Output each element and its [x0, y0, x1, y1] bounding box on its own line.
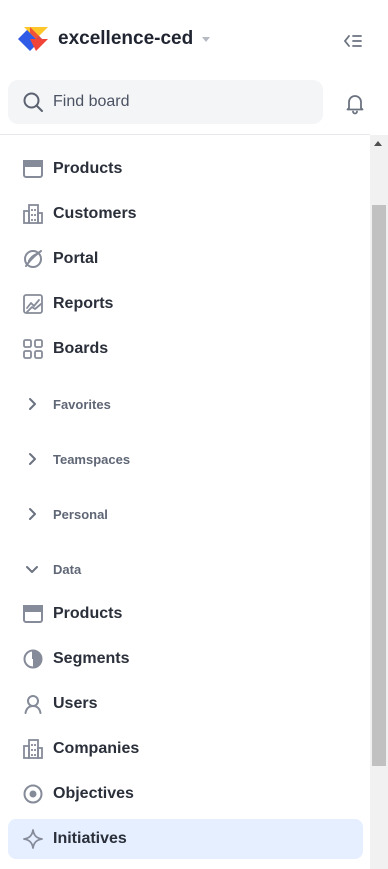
- collapse-sidebar-icon[interactable]: [342, 30, 364, 52]
- sidebar-item-label: Boards: [53, 340, 109, 357]
- sidebar-item-label: Portal: [53, 250, 99, 267]
- chevron-right-icon: [25, 397, 39, 411]
- sidebar-item-segments[interactable]: Segments: [8, 639, 363, 679]
- scroll-up-arrow-icon[interactable]: [374, 141, 382, 146]
- target-icon: [22, 783, 44, 805]
- section-label: Favorites: [53, 397, 111, 412]
- workspace-logo-icon: [18, 27, 48, 51]
- sidebar-item-customers[interactable]: Customers: [8, 194, 363, 234]
- section-label: Teamspaces: [53, 452, 131, 467]
- workspace-name[interactable]: excellence-ced: [58, 27, 193, 51]
- user-icon: [22, 693, 44, 715]
- sidebar-item-label: Companies: [53, 740, 140, 757]
- sidebar-item-label: Products: [53, 160, 123, 177]
- chevron-right-icon: [25, 507, 39, 521]
- section-label: Data: [53, 562, 82, 577]
- chart-icon: [22, 293, 44, 315]
- search-input[interactable]: Find board: [53, 93, 130, 111]
- sidebar-item-label: Users: [53, 695, 98, 712]
- sidebar-item-label: Products: [53, 605, 123, 622]
- section-favorites[interactable]: Favorites: [8, 389, 363, 419]
- pie-icon: [22, 648, 44, 670]
- sidebar-item-label: Initiatives: [53, 830, 127, 847]
- notifications-bell-icon[interactable]: [343, 91, 367, 115]
- sidebar-item-label: Objectives: [53, 785, 134, 802]
- scrollbar-thumb[interactable]: [372, 205, 386, 766]
- chevron-right-icon: [25, 452, 39, 466]
- section-data[interactable]: Data: [8, 554, 363, 584]
- sidebar-item-label: Customers: [53, 205, 137, 222]
- section-label: Personal: [53, 507, 108, 522]
- building-icon: [22, 738, 44, 760]
- sidebar-item-portal[interactable]: Portal: [8, 239, 363, 279]
- sidebar-item-products[interactable]: Products: [8, 149, 363, 189]
- building-icon: [22, 203, 44, 225]
- window-icon: [22, 158, 44, 180]
- workspace-dropdown-icon[interactable]: [201, 36, 211, 44]
- sidebar-header: excellence-ced: [0, 0, 388, 80]
- sidebar-item-label: Reports: [53, 295, 114, 312]
- sidebar-item-boards[interactable]: Boards: [8, 329, 363, 369]
- find-board-search[interactable]: Find board: [8, 80, 323, 124]
- sidebar-scrollbar[interactable]: [370, 135, 388, 869]
- section-personal[interactable]: Personal: [8, 499, 363, 529]
- section-teamspaces[interactable]: Teamspaces: [8, 444, 363, 474]
- chevron-down-icon: [25, 562, 39, 576]
- sidebar-nav: Products Customers Portal Reports Boards…: [0, 135, 370, 869]
- grid-icon: [22, 338, 44, 360]
- sidebar-item-data-products[interactable]: Products: [8, 594, 363, 634]
- sparkle-icon: [22, 828, 44, 850]
- sidebar-item-users[interactable]: Users: [8, 684, 363, 724]
- search-icon: [22, 91, 44, 113]
- sidebar-item-initiatives[interactable]: Initiatives: [8, 819, 363, 859]
- sidebar-item-objectives[interactable]: Objectives: [8, 774, 363, 814]
- sidebar-item-companies[interactable]: Companies: [8, 729, 363, 769]
- sidebar-item-label: Segments: [53, 650, 130, 667]
- portal-icon: [22, 248, 44, 270]
- sidebar-item-reports[interactable]: Reports: [8, 284, 363, 324]
- window-icon: [22, 603, 44, 625]
